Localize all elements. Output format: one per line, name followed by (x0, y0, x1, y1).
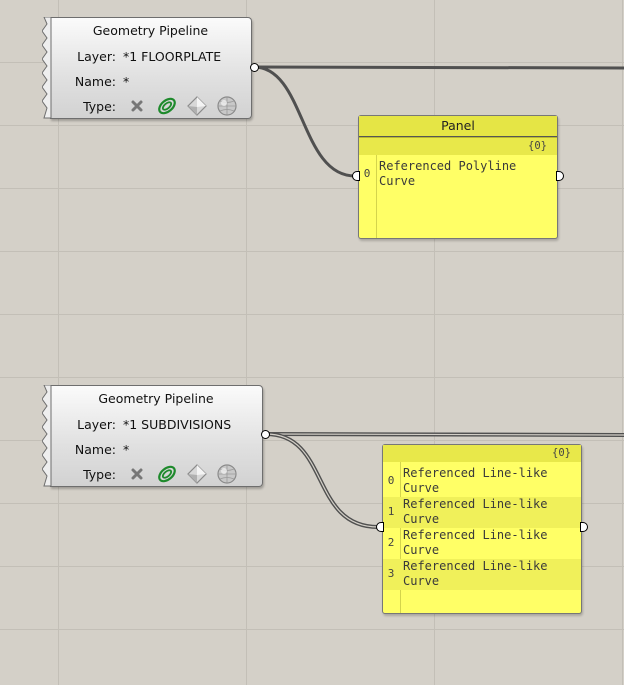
panel-branch-label: {0} (383, 445, 581, 462)
panel-item: 1 Referenced Line-like Curve (383, 497, 581, 528)
node-title: Geometry Pipeline (98, 391, 214, 406)
panel-branch-label: {0} (359, 137, 557, 155)
panel2-input-grip[interactable] (376, 522, 384, 532)
curve-filter-icon[interactable] (156, 95, 178, 117)
layer-label: Layer: (77, 417, 116, 432)
name-label: Name: (74, 442, 116, 457)
panel-item-line: Curve (403, 574, 440, 588)
node1-output-grip[interactable] (250, 63, 259, 72)
point-filter-icon[interactable] (126, 95, 148, 117)
panel-item-index: 3 (387, 567, 395, 580)
panel-item: 0 Referenced Polyline Curve (359, 159, 557, 190)
name-value[interactable]: * (123, 442, 129, 457)
mesh-filter-icon[interactable] (216, 95, 238, 117)
surface-filter-icon[interactable] (186, 463, 208, 485)
node2-output-grip[interactable] (261, 430, 270, 439)
panel-item-line: Curve (403, 481, 440, 495)
panel-item-index: 0 (363, 167, 371, 180)
panel-title: Panel (359, 116, 557, 137)
panel1-input-grip[interactable] (352, 171, 360, 181)
layer-value[interactable]: *1 FLOORPLATE (123, 49, 221, 64)
panel-item-line: Referenced Polyline (379, 159, 517, 173)
panel-item-line: Curve (379, 174, 416, 188)
curve-filter-icon[interactable] (156, 463, 178, 485)
type-label: Type: (83, 99, 116, 114)
layer-label: Layer: (77, 49, 116, 64)
wire-floorplate-to-right[interactable] (253, 65, 624, 70)
panel-item-line: Referenced Line-like (403, 497, 548, 511)
point-filter-icon[interactable] (126, 463, 148, 485)
panel-floorplate[interactable]: Panel {0} 0 Referenced Polyline Curve (358, 115, 558, 239)
node-title: Geometry Pipeline (92, 23, 209, 38)
panel-subdivisions[interactable]: {0} 0 Referenced Line-like Curve 1 Refer… (382, 444, 582, 614)
panel-item-line: Referenced Line-like (403, 559, 548, 573)
geometry-pipeline-node-subdivisions[interactable]: Geometry Pipeline Layer: *1 SUBDIVISIONS… (42, 385, 263, 487)
name-value[interactable]: * (123, 74, 129, 89)
panel-item-line: Curve (403, 543, 440, 557)
panel-item: 3 Referenced Line-like Curve (383, 559, 581, 590)
wire-subdivisions-to-panel[interactable] (265, 432, 379, 529)
panel-item-index: 1 (387, 505, 395, 518)
name-label: Name: (74, 74, 116, 89)
surface-filter-icon[interactable] (186, 95, 208, 117)
geometry-pipeline-node-floorplate[interactable]: Geometry Pipeline Layer: *1 FLOORPLATE N… (42, 17, 252, 119)
type-label: Type: (83, 467, 116, 482)
panel-item-line: Referenced Line-like (403, 528, 548, 542)
panel-item: 0 Referenced Line-like Curve (383, 466, 581, 497)
wire-floorplate-to-panel[interactable] (253, 65, 356, 178)
panel-item-line: Referenced Line-like (403, 466, 548, 480)
mesh-filter-icon[interactable] (216, 463, 238, 485)
panel-item-index: 2 (387, 536, 395, 549)
panel-item-line: Curve (403, 512, 440, 526)
panel-item: 2 Referenced Line-like Curve (383, 528, 581, 559)
layer-value[interactable]: *1 SUBDIVISIONS (123, 417, 231, 432)
panel-item-index: 0 (387, 474, 395, 487)
